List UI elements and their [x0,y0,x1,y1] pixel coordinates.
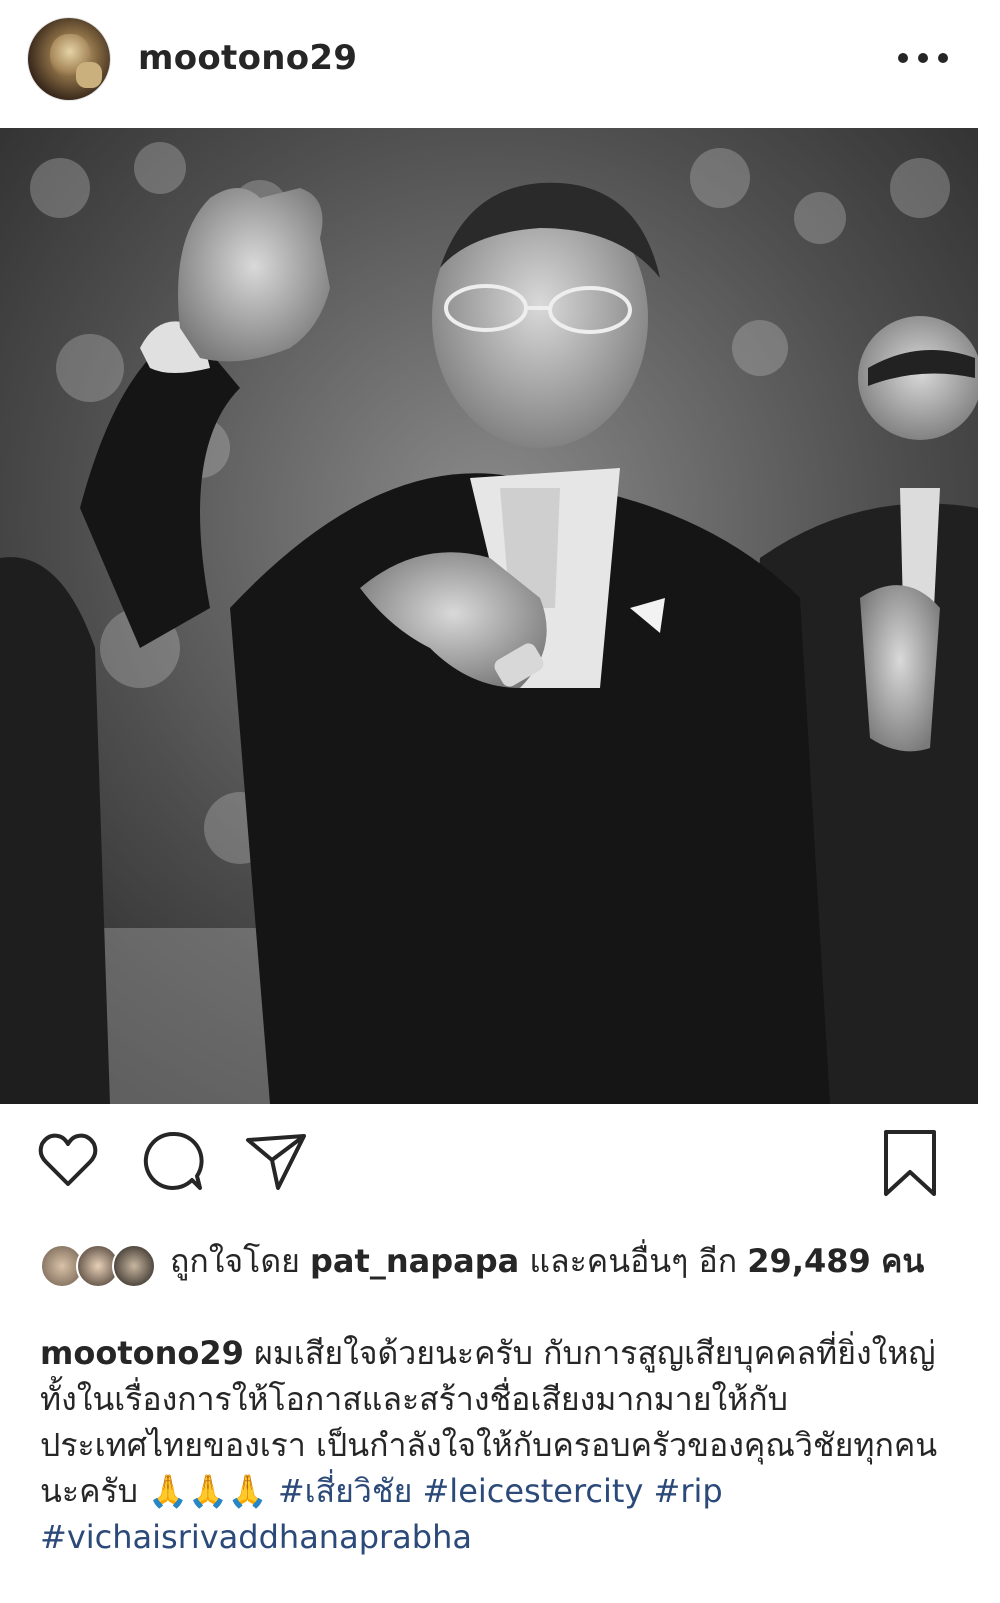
liker-avatar [112,1244,156,1288]
likes-user[interactable]: pat_napapa [310,1242,519,1280]
likes-summary[interactable]: ถูกใจโดย pat_napapa และคนอื่นๆ อีก 29,48… [170,1238,950,1284]
post-username[interactable]: mootono29 [138,38,357,78]
likes-suffix: คน [880,1242,925,1280]
hashtag-link[interactable]: #vichaisrivaddhanaprabha [40,1518,472,1556]
post-photo-illustration [0,128,978,1104]
send-icon[interactable] [244,1128,308,1196]
hashtag-link[interactable]: #rip [654,1472,723,1510]
more-horizontal-icon[interactable] [898,40,948,76]
action-bar [0,1128,1000,1208]
avatar-hand [76,62,102,88]
likes-middle: และคนอื่นๆ อีก [529,1242,738,1280]
likes-prefix: ถูกใจโดย [170,1242,300,1280]
post-header: mootono29 [0,0,1000,130]
hashtag-link[interactable]: #leicestercity [422,1472,643,1510]
bookmark-icon[interactable] [880,1128,940,1202]
heart-icon[interactable] [36,1128,100,1196]
hashtag-link[interactable]: #เสี่ยวิชัย [278,1472,412,1510]
caption-username[interactable]: mootono29 [40,1334,244,1372]
profile-avatar[interactable] [28,18,110,100]
caption-emoji: 🙏🙏🙏 [148,1472,268,1510]
liker-avatars[interactable] [40,1244,160,1288]
post-photo[interactable] [0,128,978,1104]
comment-icon[interactable] [140,1128,206,1198]
likes-count[interactable]: 29,489 [747,1242,870,1280]
caption: mootono29 ผมเสียใจด้วยนะครับ กับการสูญเส… [40,1330,950,1560]
